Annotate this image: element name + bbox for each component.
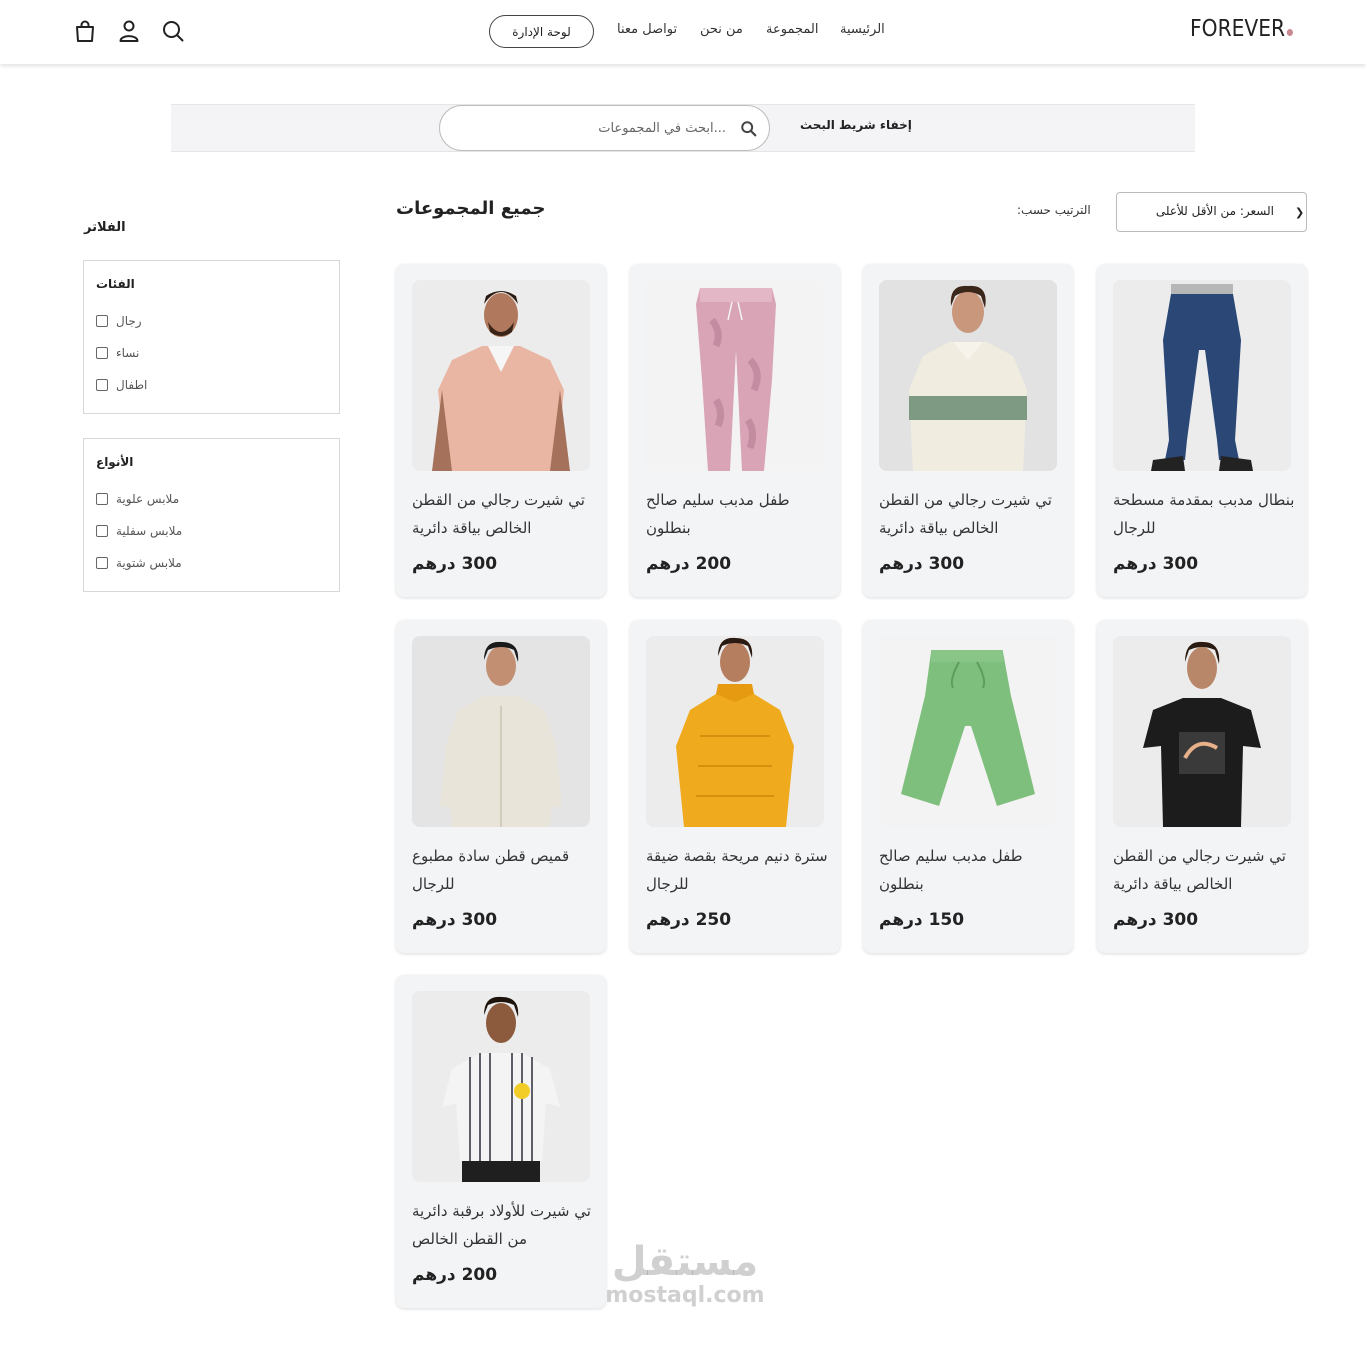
nav-contact[interactable]: تواصل معنا [617,22,677,37]
man-black-tshirt-image [1113,636,1291,827]
product-price: 200 درهم [646,554,732,574]
product-card[interactable]: تي شيرت رجالي من القطن الخالص بياقة دائر… [1097,620,1307,953]
product-card[interactable]: بنطال مدبب بمقدمة مسطحة للرجال 300 درهم [1097,264,1307,597]
product-card[interactable]: سترة دنيم مريحة بقصة ضيقة للرجال 250 دره… [630,620,840,953]
logo-text: FOREVER [1190,16,1286,42]
product-image[interactable] [1113,280,1291,471]
search-field[interactable] [439,105,770,151]
man-yellow-puffer-jacket-image [646,636,824,827]
sort-select[interactable]: ❯ السعر: من الأقل للأعلى [1116,192,1307,232]
product-name[interactable]: تي شيرت رجالي من القطن الخالص بياقة دائر… [412,486,594,542]
product-price: 250 درهم [646,910,732,930]
filter-option-bottomwear[interactable]: ملابس سفلية [96,523,182,539]
watermark: مستقل mostaql.com [600,1240,770,1308]
admin-panel-button[interactable]: لوحة الإدارة [489,15,594,48]
product-card[interactable]: قميص قطن سادة مطبوع للرجال 300 درهم [396,620,606,953]
product-price: 300 درهم [412,910,498,930]
category-filter-title: الفئات [96,277,135,291]
product-card[interactable]: تي شيرت رجالي من القطن الخالص بياقة دائر… [863,264,1073,597]
product-name[interactable]: طفل مدبب سليم صالح بنطلون [646,486,828,542]
product-image[interactable] [1113,636,1291,827]
checkbox[interactable] [96,347,108,359]
sort-selected-value: السعر: من الأقل للأعلى [1155,204,1274,218]
product-card[interactable]: تي شيرت للأولاد برقبة دائرية من القطن ال… [396,975,606,1308]
checkbox[interactable] [96,379,108,391]
pink-patterned-joggers-image [646,280,824,471]
filter-option-label: ملابس سفلية [116,524,183,538]
green-kids-pants-image [879,636,1057,827]
top-header: FOREVER الرئيسية المجموعة من نحن تواصل م… [0,0,1366,64]
checkbox[interactable] [96,557,108,569]
product-price: 300 درهم [1113,554,1199,574]
product-image[interactable] [646,636,824,827]
checkbox[interactable] [96,525,108,537]
product-name[interactable]: تي شيرت رجالي من القطن الخالص بياقة دائر… [1113,842,1295,898]
nav-about[interactable]: من نحن [700,22,743,37]
product-name[interactable]: طفل مدبب سليم صالح بنطلون [879,842,1061,898]
product-image[interactable] [412,991,590,1182]
search-icon[interactable] [740,120,758,138]
product-price: 300 درهم [879,554,965,574]
cart-icon[interactable] [73,19,97,43]
search-input[interactable] [456,116,726,140]
filters-title: الفلاتر [84,220,126,235]
hide-search-toggle[interactable]: إخفاء شريط البحث [800,118,912,132]
product-price: 200 درهم [412,1265,498,1285]
checkbox[interactable] [96,493,108,505]
sort-label: الترتيب حسب: [1017,203,1091,217]
category-filter-box: الفئات رجال نساء اطفال [83,260,340,414]
navy-track-pants-image [1113,280,1291,471]
filter-option-label: ملابس شتوية [116,556,182,570]
product-price: 300 درهم [412,554,498,574]
chevron-down-icon: ❯ [1295,206,1305,219]
filter-option-label: نساء [116,346,140,360]
watermark-english: mostaql.com [605,1283,765,1308]
product-name[interactable]: سترة دنيم مريحة بقصة ضيقة للرجال [646,842,828,898]
product-price: 150 درهم [879,910,965,930]
product-name[interactable]: قميص قطن سادة مطبوع للرجال [412,842,594,898]
filter-option-kids[interactable]: اطفال [96,377,147,393]
product-image[interactable] [879,280,1057,471]
filter-option-label: رجال [116,314,142,328]
man-pink-polo-shirt-image [412,280,590,471]
product-image[interactable] [412,280,590,471]
filter-option-men[interactable]: رجال [96,313,142,329]
brand-logo[interactable]: FOREVER [1190,16,1294,42]
product-card[interactable]: طفل مدبب سليم صالح بنطلون 150 درهم [863,620,1073,953]
product-image[interactable] [879,636,1057,827]
product-image[interactable] [412,636,590,827]
man-printed-shirt-image [412,636,590,827]
filter-option-label: ملابس علوية [116,492,180,506]
man-striped-sweatshirt-image [879,280,1057,471]
product-card[interactable]: تي شيرت رجالي من القطن الخالص بياقة دائر… [396,264,606,597]
search-icon[interactable] [161,19,185,43]
filter-option-label: اطفال [116,378,148,392]
product-image[interactable] [646,280,824,471]
type-filter-box: الأنواع ملابس علوية ملابس سفلية ملابس شت… [83,438,340,592]
logo-dot [1286,29,1294,36]
nav-collection[interactable]: المجموعة [766,22,818,37]
product-name[interactable]: تي شيرت رجالي من القطن الخالص بياقة دائر… [879,486,1061,542]
filter-option-winterwear[interactable]: ملابس شتوية [96,555,182,571]
filter-option-topwear[interactable]: ملابس علوية [96,491,179,507]
filter-option-women[interactable]: نساء [96,345,139,361]
product-name[interactable]: تي شيرت للأولاد برقبة دائرية من القطن ال… [412,1197,594,1253]
watermark-arabic: مستقل [611,1239,759,1285]
user-icon[interactable] [117,19,141,43]
product-name[interactable]: بنطال مدبب بمقدمة مسطحة للرجال [1113,486,1295,542]
nav-home[interactable]: الرئيسية [840,22,885,37]
type-filter-title: الأنواع [96,455,134,469]
product-price: 300 درهم [1113,910,1199,930]
collection-title: جميع المجموعات [396,198,546,219]
checkbox[interactable] [96,315,108,327]
boy-striped-shirt-image [412,991,590,1182]
product-card[interactable]: طفل مدبب سليم صالح بنطلون 200 درهم [630,264,840,597]
